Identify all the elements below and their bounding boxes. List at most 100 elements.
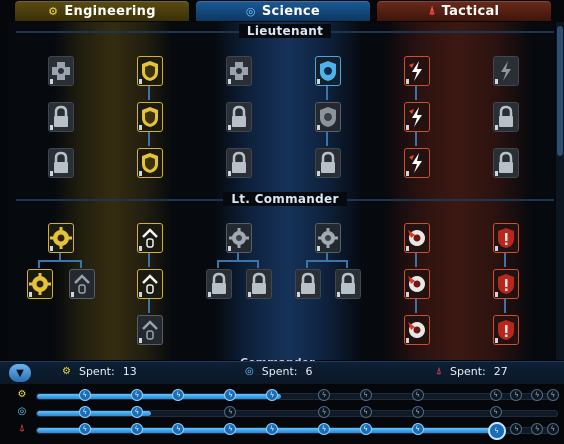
gear-icon (408, 322, 425, 338)
progress-row-engineering: ⚙ ϟ ϟ ϟ ϟ ϟ ϟ ϟ ϟ ϟ ϟ ϟ ϟ (0, 389, 564, 403)
skill-node-tactical-5[interactable] (404, 223, 430, 253)
engineering-gear-icon: ⚙ (17, 389, 27, 400)
tab-tactical[interactable]: ⍋ Tactical (377, 1, 551, 21)
milestone-marker: ϟ (78, 406, 91, 418)
lightning-icon (409, 107, 422, 127)
spent-tactical: ⍋ Spent: 27 (436, 365, 508, 378)
tree-scrollbar[interactable] (556, 22, 564, 360)
skill-node-tactical-1[interactable] (404, 56, 430, 86)
lock-icon (499, 105, 513, 127)
spent-label: Spent: (450, 365, 486, 378)
lock-icon (499, 151, 513, 173)
skill-node-locked[interactable] (226, 102, 252, 132)
milestone-marker: ϟ (359, 423, 372, 435)
lock-icon (54, 105, 68, 127)
progress-track: ϟ ϟ ϟ ϟ ϟ ϟ ϟ ϟ ϟ ϟ ϟ ϟ (36, 389, 559, 401)
skill-node-locked[interactable] (335, 269, 361, 299)
skill-node-engineering-9[interactable] (137, 269, 163, 299)
career-tabs: ⚙ Engineering ◎ Science ⍋ Tactical (0, 0, 564, 22)
skill-node-tactical-4[interactable] (404, 148, 430, 178)
skill-node-locked[interactable] (48, 102, 74, 132)
skill-node-tactical-2[interactable] (493, 56, 519, 86)
skill-node-science-3[interactable] (315, 102, 341, 132)
milestone-marker: ϟ (510, 423, 523, 435)
scrollbar-thumb[interactable] (557, 26, 563, 156)
shield-alert-icon (498, 320, 514, 340)
skill-node-locked[interactable] (295, 269, 321, 299)
milestone-marker: ϟ (411, 389, 424, 401)
skill-node-engineering-10[interactable] (137, 315, 163, 345)
skill-node-locked[interactable] (493, 102, 519, 132)
gear-icon (229, 228, 249, 248)
skill-node-tactical-10[interactable] (493, 315, 519, 345)
science-orb-icon: ◎ (245, 366, 254, 377)
progress-row-science: ◎ ϟ ϟ ϟ ϟ ϟ ϟ ϟ (0, 406, 564, 420)
collapse-toggle-button[interactable]: ▼ (9, 364, 31, 382)
milestone-marker: ϟ (130, 389, 143, 401)
gear-icon (50, 227, 72, 249)
spent-label: Spent: (261, 365, 298, 378)
science-orb-icon: ◎ (17, 406, 27, 417)
skill-node-engineering-7[interactable] (27, 269, 53, 299)
chevron-down-icon: ▼ (16, 367, 24, 379)
science-orb-icon: ◎ (245, 4, 256, 18)
engineering-gear-icon: ⚙ (62, 366, 71, 377)
skill-node-science-4[interactable] (226, 223, 252, 253)
skill-node-engineering-4[interactable] (137, 148, 163, 178)
current-progress-marker: ϟ (487, 422, 506, 440)
lock-icon (321, 151, 335, 173)
spent-value: 6 (305, 365, 313, 378)
progress-row-tactical: ⍋ ϟ ϟ ϟ ϟ ϟ ϟ ϟ ϟ ϟ ϟ ϟ ϟ (0, 422, 564, 440)
rank-header-lieutenant: Lieutenant (16, 22, 554, 40)
shield-icon (142, 61, 158, 81)
progress-track: ϟ ϟ ϟ ϟ ϟ ϟ ϟ (36, 406, 558, 418)
skill-node-tactical-6[interactable] (493, 223, 519, 253)
lightning-icon (409, 61, 422, 81)
skill-node-locked[interactable] (493, 148, 519, 178)
spent-value: 27 (493, 365, 508, 378)
shield-alert-icon (498, 228, 514, 248)
lock-icon (212, 272, 226, 294)
skill-node-science-1[interactable] (226, 56, 252, 86)
milestone-marker: ϟ (224, 423, 237, 435)
skill-node-locked[interactable] (48, 148, 74, 178)
milestone-marker: ϟ (546, 423, 559, 435)
tab-science[interactable]: ◎ Science (196, 1, 370, 21)
skill-node-locked[interactable] (315, 148, 341, 178)
shield-alert-icon (498, 274, 514, 294)
lock-icon (341, 272, 355, 294)
skill-node-tactical-3[interactable] (404, 102, 430, 132)
skill-node-tactical-9[interactable] (404, 315, 430, 345)
skill-node-locked[interactable] (206, 269, 232, 299)
milestone-marker: ϟ (359, 389, 372, 401)
progress-fill (37, 394, 282, 399)
lock-icon (232, 105, 246, 127)
skill-node-engineering-8[interactable] (69, 269, 95, 299)
gear-icon (408, 230, 425, 246)
skill-node-engineering-1[interactable] (48, 56, 74, 86)
milestone-marker: ϟ (224, 389, 237, 401)
lightning-icon (409, 153, 422, 173)
skill-node-tactical-7[interactable] (404, 269, 430, 299)
milestone-marker: ϟ (172, 423, 185, 435)
skill-node-engineering-6[interactable] (137, 223, 163, 253)
milestone-marker: ϟ (78, 423, 91, 435)
milestone-marker: ϟ (318, 389, 330, 401)
shield-icon (142, 153, 158, 173)
skill-node-engineering-5[interactable] (48, 223, 74, 253)
tab-engineering-label: Engineering (64, 3, 156, 19)
skill-node-tactical-8[interactable] (493, 269, 519, 299)
skill-node-locked[interactable] (226, 148, 252, 178)
gear-icon (318, 228, 338, 248)
tab-engineering[interactable]: ⚙ Engineering (15, 1, 189, 21)
skill-node-science-2[interactable] (315, 56, 341, 86)
skill-node-science-5[interactable] (315, 223, 341, 253)
milestone-marker: ϟ (510, 389, 523, 401)
skill-node-engineering-2[interactable] (137, 56, 163, 86)
tactical-delta-icon: ⍋ (19, 423, 25, 434)
rank-header-lt-commander: Lt. Commander (16, 190, 554, 208)
spent-engineering: ⚙ Spent: 13 (62, 365, 137, 378)
skill-node-engineering-3[interactable] (137, 102, 163, 132)
skill-node-locked[interactable] (246, 269, 272, 299)
points-spent-bar: ▼ ⚙ Spent: 13 ◎ Spent: 6 ⍋ Spent: 27 (0, 361, 564, 384)
